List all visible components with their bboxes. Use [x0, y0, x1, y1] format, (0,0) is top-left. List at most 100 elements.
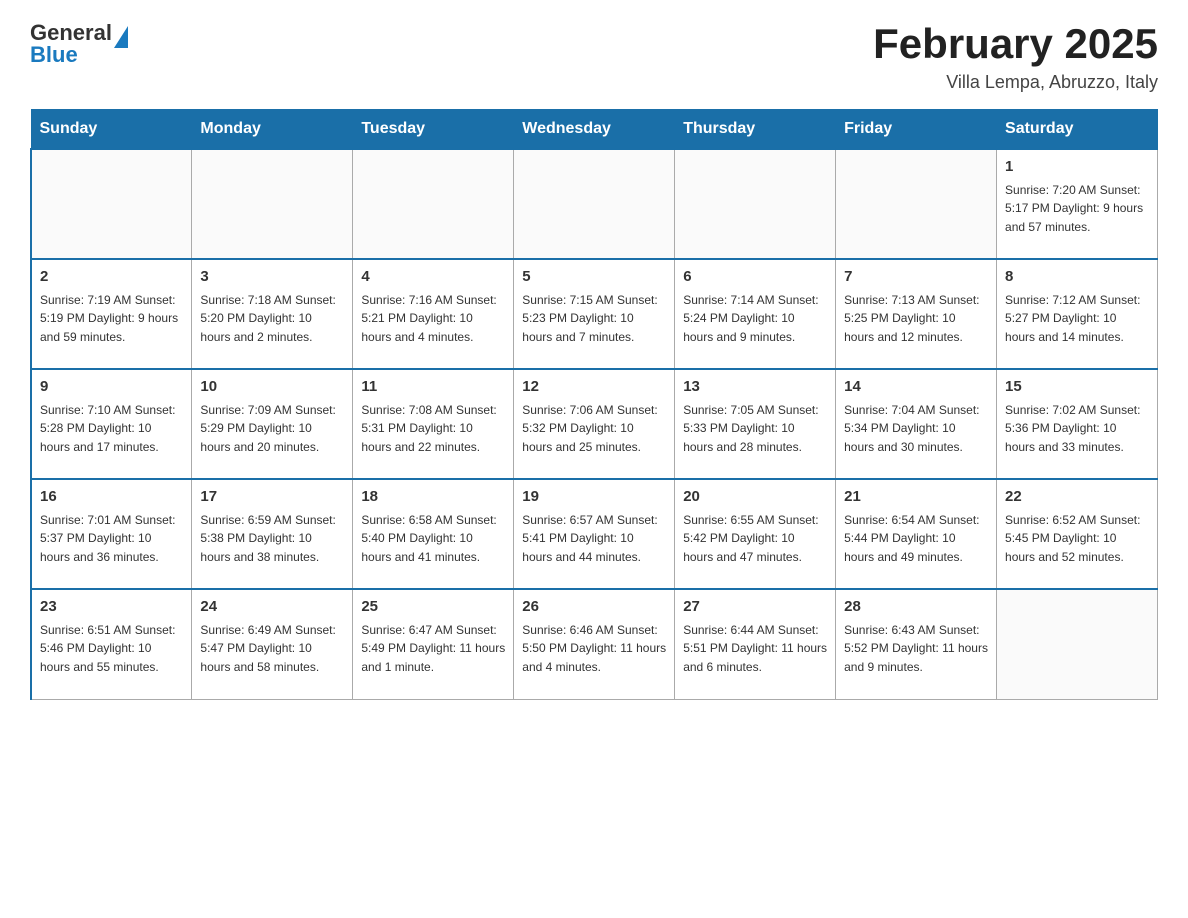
- day-info: Sunrise: 7:08 AM Sunset: 5:31 PM Dayligh…: [361, 401, 505, 457]
- day-info: Sunrise: 7:18 AM Sunset: 5:20 PM Dayligh…: [200, 291, 344, 347]
- calendar-week-1: 2Sunrise: 7:19 AM Sunset: 5:19 PM Daylig…: [31, 259, 1158, 369]
- calendar-cell: 15Sunrise: 7:02 AM Sunset: 5:36 PM Dayli…: [997, 369, 1158, 479]
- day-number: 22: [1005, 486, 1149, 509]
- title-block: February 2025 Villa Lempa, Abruzzo, Ital…: [873, 20, 1158, 93]
- day-info: Sunrise: 7:16 AM Sunset: 5:21 PM Dayligh…: [361, 291, 505, 347]
- day-info: Sunrise: 6:43 AM Sunset: 5:52 PM Dayligh…: [844, 621, 988, 677]
- day-number: 15: [1005, 376, 1149, 399]
- calendar-title: February 2025: [873, 20, 1158, 68]
- day-info: Sunrise: 7:01 AM Sunset: 5:37 PM Dayligh…: [40, 511, 183, 567]
- day-info: Sunrise: 7:19 AM Sunset: 5:19 PM Dayligh…: [40, 291, 183, 347]
- day-number: 3: [200, 266, 344, 289]
- day-number: 23: [40, 596, 183, 619]
- calendar-cell: 6Sunrise: 7:14 AM Sunset: 5:24 PM Daylig…: [675, 259, 836, 369]
- calendar-cell: [192, 149, 353, 259]
- day-info: Sunrise: 6:49 AM Sunset: 5:47 PM Dayligh…: [200, 621, 344, 677]
- day-info: Sunrise: 7:06 AM Sunset: 5:32 PM Dayligh…: [522, 401, 666, 457]
- day-number: 10: [200, 376, 344, 399]
- day-info: Sunrise: 7:05 AM Sunset: 5:33 PM Dayligh…: [683, 401, 827, 457]
- day-info: Sunrise: 7:02 AM Sunset: 5:36 PM Dayligh…: [1005, 401, 1149, 457]
- day-number: 28: [844, 596, 988, 619]
- day-info: Sunrise: 7:15 AM Sunset: 5:23 PM Dayligh…: [522, 291, 666, 347]
- day-info: Sunrise: 6:59 AM Sunset: 5:38 PM Dayligh…: [200, 511, 344, 567]
- day-of-week-wednesday: Wednesday: [514, 110, 675, 150]
- calendar-cell: 4Sunrise: 7:16 AM Sunset: 5:21 PM Daylig…: [353, 259, 514, 369]
- day-info: Sunrise: 6:46 AM Sunset: 5:50 PM Dayligh…: [522, 621, 666, 677]
- calendar-cell: [997, 589, 1158, 699]
- calendar-cell: [31, 149, 192, 259]
- calendar-cell: 9Sunrise: 7:10 AM Sunset: 5:28 PM Daylig…: [31, 369, 192, 479]
- calendar-cell: 5Sunrise: 7:15 AM Sunset: 5:23 PM Daylig…: [514, 259, 675, 369]
- calendar-cell: 14Sunrise: 7:04 AM Sunset: 5:34 PM Dayli…: [836, 369, 997, 479]
- day-number: 9: [40, 376, 183, 399]
- day-number: 2: [40, 266, 183, 289]
- day-number: 17: [200, 486, 344, 509]
- day-info: Sunrise: 7:20 AM Sunset: 5:17 PM Dayligh…: [1005, 181, 1149, 237]
- calendar-table: SundayMondayTuesdayWednesdayThursdayFrid…: [30, 109, 1158, 700]
- day-number: 14: [844, 376, 988, 399]
- calendar-cell: 1Sunrise: 7:20 AM Sunset: 5:17 PM Daylig…: [997, 149, 1158, 259]
- day-info: Sunrise: 6:52 AM Sunset: 5:45 PM Dayligh…: [1005, 511, 1149, 567]
- day-number: 24: [200, 596, 344, 619]
- calendar-cell: 11Sunrise: 7:08 AM Sunset: 5:31 PM Dayli…: [353, 369, 514, 479]
- calendar-week-2: 9Sunrise: 7:10 AM Sunset: 5:28 PM Daylig…: [31, 369, 1158, 479]
- day-info: Sunrise: 7:04 AM Sunset: 5:34 PM Dayligh…: [844, 401, 988, 457]
- day-number: 12: [522, 376, 666, 399]
- calendar-cell: [836, 149, 997, 259]
- day-of-week-friday: Friday: [836, 110, 997, 150]
- day-info: Sunrise: 7:14 AM Sunset: 5:24 PM Dayligh…: [683, 291, 827, 347]
- calendar-week-3: 16Sunrise: 7:01 AM Sunset: 5:37 PM Dayli…: [31, 479, 1158, 589]
- calendar-body: 1Sunrise: 7:20 AM Sunset: 5:17 PM Daylig…: [31, 149, 1158, 699]
- day-of-week-sunday: Sunday: [31, 110, 192, 150]
- day-info: Sunrise: 6:51 AM Sunset: 5:46 PM Dayligh…: [40, 621, 183, 677]
- logo: General Blue: [30, 20, 128, 68]
- calendar-cell: 2Sunrise: 7:19 AM Sunset: 5:19 PM Daylig…: [31, 259, 192, 369]
- day-number: 27: [683, 596, 827, 619]
- days-of-week-row: SundayMondayTuesdayWednesdayThursdayFrid…: [31, 110, 1158, 150]
- calendar-cell: 17Sunrise: 6:59 AM Sunset: 5:38 PM Dayli…: [192, 479, 353, 589]
- calendar-week-4: 23Sunrise: 6:51 AM Sunset: 5:46 PM Dayli…: [31, 589, 1158, 699]
- calendar-cell: 13Sunrise: 7:05 AM Sunset: 5:33 PM Dayli…: [675, 369, 836, 479]
- day-info: Sunrise: 7:12 AM Sunset: 5:27 PM Dayligh…: [1005, 291, 1149, 347]
- logo-text-blue: Blue: [30, 42, 78, 68]
- day-number: 6: [683, 266, 827, 289]
- calendar-cell: 12Sunrise: 7:06 AM Sunset: 5:32 PM Dayli…: [514, 369, 675, 479]
- calendar-cell: 24Sunrise: 6:49 AM Sunset: 5:47 PM Dayli…: [192, 589, 353, 699]
- day-info: Sunrise: 6:54 AM Sunset: 5:44 PM Dayligh…: [844, 511, 988, 567]
- calendar-cell: 22Sunrise: 6:52 AM Sunset: 5:45 PM Dayli…: [997, 479, 1158, 589]
- calendar-cell: [514, 149, 675, 259]
- day-number: 7: [844, 266, 988, 289]
- day-info: Sunrise: 6:57 AM Sunset: 5:41 PM Dayligh…: [522, 511, 666, 567]
- calendar-subtitle: Villa Lempa, Abruzzo, Italy: [873, 72, 1158, 93]
- day-number: 13: [683, 376, 827, 399]
- calendar-cell: 8Sunrise: 7:12 AM Sunset: 5:27 PM Daylig…: [997, 259, 1158, 369]
- day-of-week-thursday: Thursday: [675, 110, 836, 150]
- calendar-cell: 27Sunrise: 6:44 AM Sunset: 5:51 PM Dayli…: [675, 589, 836, 699]
- calendar-cell: 7Sunrise: 7:13 AM Sunset: 5:25 PM Daylig…: [836, 259, 997, 369]
- calendar-cell: 21Sunrise: 6:54 AM Sunset: 5:44 PM Dayli…: [836, 479, 997, 589]
- day-info: Sunrise: 7:10 AM Sunset: 5:28 PM Dayligh…: [40, 401, 183, 457]
- day-info: Sunrise: 7:09 AM Sunset: 5:29 PM Dayligh…: [200, 401, 344, 457]
- calendar-cell: [353, 149, 514, 259]
- calendar-cell: 28Sunrise: 6:43 AM Sunset: 5:52 PM Dayli…: [836, 589, 997, 699]
- day-number: 21: [844, 486, 988, 509]
- day-info: Sunrise: 6:47 AM Sunset: 5:49 PM Dayligh…: [361, 621, 505, 677]
- day-number: 26: [522, 596, 666, 619]
- day-info: Sunrise: 6:55 AM Sunset: 5:42 PM Dayligh…: [683, 511, 827, 567]
- logo-triangle-icon: [114, 26, 128, 48]
- day-number: 1: [1005, 156, 1149, 179]
- calendar-cell: 18Sunrise: 6:58 AM Sunset: 5:40 PM Dayli…: [353, 479, 514, 589]
- calendar-header: SundayMondayTuesdayWednesdayThursdayFrid…: [31, 110, 1158, 150]
- calendar-cell: 23Sunrise: 6:51 AM Sunset: 5:46 PM Dayli…: [31, 589, 192, 699]
- day-number: 8: [1005, 266, 1149, 289]
- calendar-cell: 25Sunrise: 6:47 AM Sunset: 5:49 PM Dayli…: [353, 589, 514, 699]
- calendar-cell: 16Sunrise: 7:01 AM Sunset: 5:37 PM Dayli…: [31, 479, 192, 589]
- calendar-cell: [675, 149, 836, 259]
- day-number: 18: [361, 486, 505, 509]
- day-number: 11: [361, 376, 505, 399]
- day-info: Sunrise: 7:13 AM Sunset: 5:25 PM Dayligh…: [844, 291, 988, 347]
- day-number: 4: [361, 266, 505, 289]
- day-number: 5: [522, 266, 666, 289]
- calendar-cell: 3Sunrise: 7:18 AM Sunset: 5:20 PM Daylig…: [192, 259, 353, 369]
- day-info: Sunrise: 6:58 AM Sunset: 5:40 PM Dayligh…: [361, 511, 505, 567]
